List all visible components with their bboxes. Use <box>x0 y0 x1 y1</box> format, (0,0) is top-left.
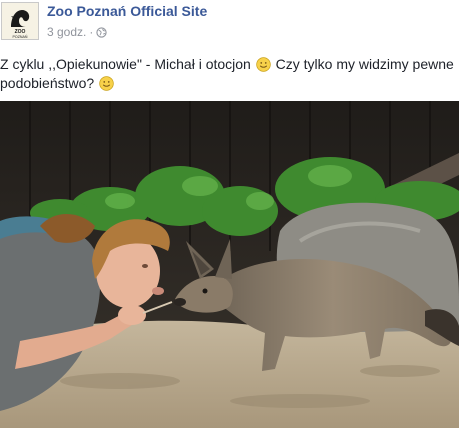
smile-emoji-icon <box>99 76 114 91</box>
facebook-post: ZOO POZNAŃ Zoo Poznań Official Site 3 go… <box>0 0 459 428</box>
post-timestamp[interactable]: 3 godz. <box>47 25 86 39</box>
post-photo[interactable] <box>0 101 459 428</box>
post-message: Z cyklu ,,Opiekunowie" - Michał i otocjo… <box>0 55 459 93</box>
post-text-part: Z cyklu ,,Opiekunowie" - Michał i otocjo… <box>0 56 251 72</box>
post-meta: 3 godz. · <box>47 25 108 39</box>
page-name-link[interactable]: Zoo Poznań Official Site <box>47 3 207 19</box>
globe-icon[interactable] <box>96 26 108 38</box>
post-text-part: Czy tylko my widzimy pewne <box>275 56 454 72</box>
smile-emoji-icon <box>256 57 271 72</box>
post-text-line: Z cyklu ,,Opiekunowie" - Michał i otocjo… <box>0 55 459 74</box>
meta-separator: · <box>89 25 94 39</box>
page-avatar[interactable]: ZOO POZNAŃ <box>1 2 39 40</box>
post-text-part: podobieństwo? <box>0 75 95 91</box>
zoo-logo-icon: ZOO POZNAŃ <box>2 3 38 39</box>
post-text-line: podobieństwo? <box>0 74 459 93</box>
photo-image <box>0 101 459 428</box>
logo-caption: POZNAŃ <box>13 35 28 39</box>
